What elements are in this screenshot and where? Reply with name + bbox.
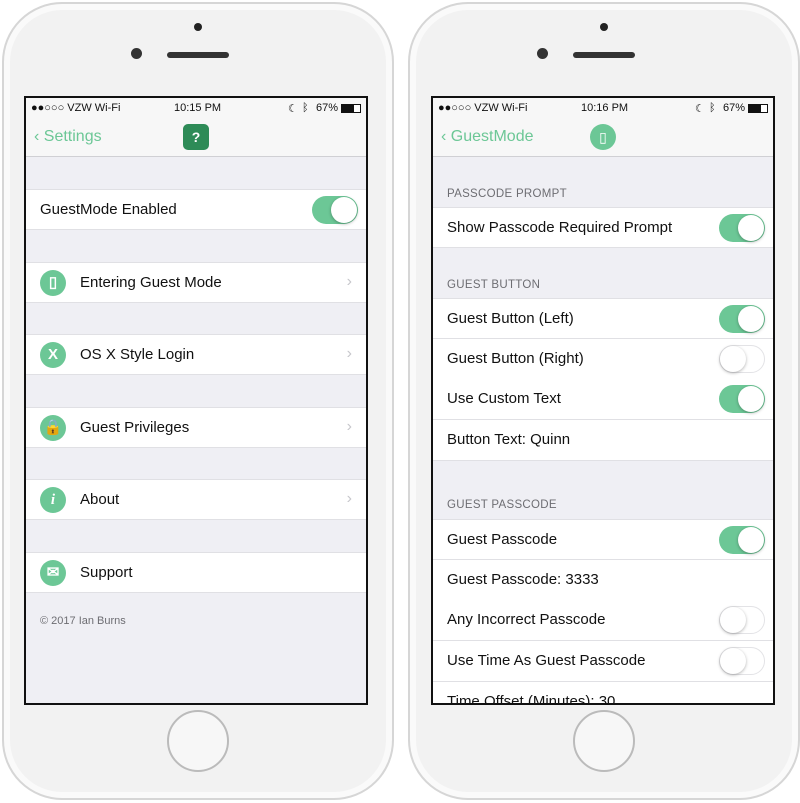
row-label: About (80, 491, 120, 508)
door-icon: ▯ (590, 124, 616, 150)
carrier: ●●○○○ VZW Wi-Fi (31, 102, 121, 114)
time: 10:16 PM (581, 102, 629, 114)
speaker (573, 52, 635, 58)
toggle-knob (720, 607, 746, 634)
camera (194, 23, 202, 31)
nav-bar: ‹ GuestMode ▯ (433, 119, 773, 157)
time: 10:15 PM (174, 102, 222, 114)
row-support: ✉ Support (26, 552, 366, 593)
camera (600, 23, 608, 31)
row-guest-passcode: Guest Passcode (433, 519, 773, 560)
row-os-x-style-login[interactable]: X OS X Style Login › (26, 334, 366, 375)
toggle-switch[interactable] (719, 385, 765, 414)
toggle-knob (738, 386, 764, 413)
back-button[interactable]: ‹ Settings (34, 128, 102, 146)
row-label: Entering Guest Mode (80, 274, 222, 291)
toggle-knob (720, 345, 746, 372)
battery-percent: 67% (723, 102, 746, 114)
row-show-passcode-required-prompt: Show Passcode Required Prompt (433, 207, 773, 248)
bluetooth-icon: ᛒ (302, 102, 309, 114)
home-button[interactable] (167, 710, 229, 772)
back-label: GuestMode (450, 128, 534, 145)
speaker (167, 52, 229, 58)
row-label: Guest Button (Left) (447, 310, 574, 327)
toggle-knob (738, 527, 764, 553)
carrier: ●●○○○ VZW Wi-Fi (438, 102, 528, 114)
row-label: Guest Button (Right) (447, 349, 584, 367)
toggle-switch[interactable] (719, 214, 765, 242)
x-icon: X (40, 342, 66, 368)
chevron-right-icon: › (346, 418, 352, 435)
left-screen: ●●○○○ VZW Wi-Fi 10:15 PM ☾ ᛒ 67% ‹ Setti… (24, 96, 368, 705)
row-time-offset-minutes-30: Time Offset (Minutes): 30 (433, 681, 773, 705)
toggle-switch[interactable] (312, 196, 358, 224)
guestmode-app-icon: ? (183, 124, 209, 150)
nav-bar: ‹ Settings ? (26, 119, 366, 157)
toggle-switch[interactable] (719, 606, 765, 635)
toggle-switch[interactable] (719, 344, 765, 373)
row-entering-guest-mode[interactable]: ▯ Entering Guest Mode › (26, 262, 366, 303)
toggle-knob (738, 306, 764, 332)
row-label: Guest Privileges (80, 419, 190, 436)
lock-icon: 🔒 (40, 415, 66, 441)
row-label: Guest Passcode: 3333 (447, 570, 599, 588)
section-header-passcode-prompt: PASSCODE PROMPT (447, 188, 567, 200)
row-guest-privileges[interactable]: 🔒 Guest Privileges › (26, 407, 366, 448)
row-label: OS X Style Login (80, 346, 195, 363)
row-use-custom-text: Use Custom Text (433, 379, 773, 421)
row-label: Use Time As Guest Passcode (447, 652, 646, 670)
home-button[interactable] (573, 710, 635, 772)
info-icon: i (40, 487, 66, 513)
row-guest-passcode-3333: Guest Passcode: 3333 (433, 559, 773, 601)
row-guest-button-left: Guest Button (Left) (433, 298, 773, 339)
toggle-knob (331, 197, 357, 223)
chevron-right-icon: › (346, 273, 352, 290)
moon-icon: ☾ (288, 103, 298, 115)
row-button-text-quinn: Button Text: Quinn (433, 420, 773, 462)
status-bar: ●●○○○ VZW Wi-Fi 10:15 PM ☾ ᛒ 67% (26, 98, 366, 119)
toggle-switch[interactable] (719, 305, 765, 333)
back-label: Settings (43, 128, 102, 145)
toggle-switch[interactable] (719, 647, 765, 676)
section-header-guest-passcode: GUEST PASSCODE (447, 499, 557, 511)
chevron-right-icon: › (346, 490, 352, 507)
row-about[interactable]: i About › (26, 479, 366, 520)
row-label: Use Custom Text (447, 390, 561, 408)
row-label: Show Passcode Required Prompt (447, 219, 673, 236)
chevron-right-icon: › (346, 345, 352, 362)
row-label: Time Offset (Minutes): 30 (447, 692, 616, 705)
moon-icon: ☾ (695, 103, 705, 115)
row-any-incorrect-passcode: Any Incorrect Passcode (433, 600, 773, 642)
battery-icon (748, 104, 768, 113)
section-header-guest-button: GUEST BUTTON (447, 279, 541, 291)
status-bar: ●●○○○ VZW Wi-Fi 10:16 PM ☾ ᛒ 67% (433, 98, 773, 119)
row-label: Guest Passcode (447, 531, 558, 548)
front-camera (537, 48, 548, 59)
right-screen: ●●○○○ VZW Wi-Fi 10:16 PM ☾ ᛒ 67% ‹ Guest… (431, 96, 775, 705)
battery-icon (341, 104, 361, 113)
row-label: Any Incorrect Passcode (447, 611, 606, 629)
row-use-time-as-guest-passcode: Use Time As Guest Passcode (433, 641, 773, 683)
row-guest-button-right: Guest Button (Right) (433, 338, 773, 380)
row-label: Button Text: Quinn (447, 431, 571, 449)
battery-percent: 67% (316, 102, 339, 114)
envelope-icon: ✉ (40, 560, 66, 586)
door-icon: ▯ (40, 270, 66, 296)
copyright-footer: © 2017 Ian Burns (40, 615, 126, 627)
row-label: Support (80, 564, 133, 581)
toggle-switch[interactable] (719, 526, 765, 554)
row-guestmode-enabled: GuestMode Enabled (26, 189, 366, 230)
front-camera (131, 48, 142, 59)
toggle-knob (738, 215, 764, 241)
back-button[interactable]: ‹ GuestMode (441, 128, 534, 146)
bluetooth-icon: ᛒ (709, 102, 716, 114)
row-label: GuestMode Enabled (40, 201, 177, 218)
toggle-knob (720, 648, 746, 675)
